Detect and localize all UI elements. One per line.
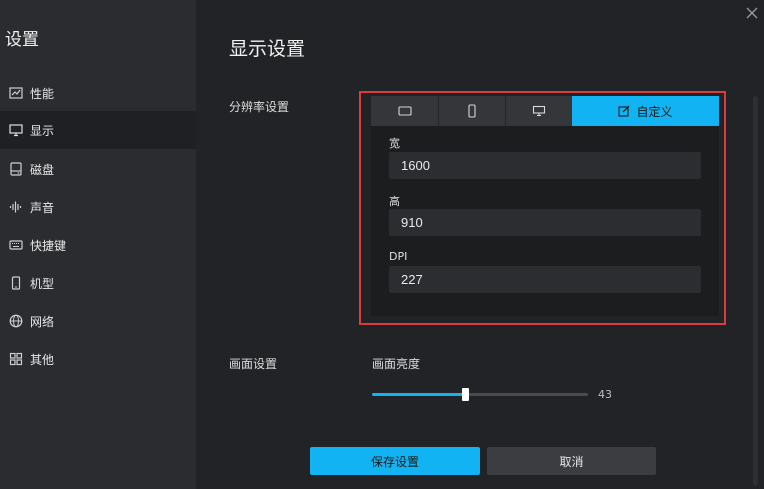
save-button[interactable]: 保存设置 xyxy=(310,447,480,475)
sidebar-item-other[interactable]: 其他 xyxy=(0,340,196,378)
sidebar-item-performance[interactable]: 性能 xyxy=(0,74,196,112)
page-title: 显示设置 xyxy=(229,38,306,60)
chart-icon xyxy=(9,87,23,99)
brightness-value: 43 xyxy=(598,388,612,401)
sidebar-item-label: 其他 xyxy=(30,352,55,367)
sidebar: 设置 性能 显示 磁盘 声音 快捷键 机型 网络 其他 xyxy=(0,0,196,489)
sidebar-item-shortcuts[interactable]: 快捷键 xyxy=(0,226,196,264)
sidebar-item-label: 机型 xyxy=(30,276,55,291)
sound-wave-icon xyxy=(9,201,22,213)
sidebar-item-sound[interactable]: 声音 xyxy=(0,188,196,226)
sidebar-item-label: 网络 xyxy=(30,314,55,329)
sidebar-title: 设置 xyxy=(5,30,39,50)
phone-icon xyxy=(11,276,21,290)
cancel-button[interactable]: 取消 xyxy=(487,447,656,475)
sidebar-item-label: 显示 xyxy=(30,123,55,138)
globe-icon xyxy=(9,314,23,328)
grid-icon xyxy=(9,352,23,366)
highlight-box xyxy=(359,91,726,325)
keyboard-icon xyxy=(9,240,23,250)
brightness-slider-thumb[interactable] xyxy=(461,388,469,401)
sidebar-item-network[interactable]: 网络 xyxy=(0,302,196,340)
sidebar-item-label: 快捷键 xyxy=(30,238,67,253)
sidebar-item-display[interactable]: 显示 xyxy=(0,111,196,149)
sidebar-item-label: 声音 xyxy=(30,200,55,215)
sidebar-item-label: 磁盘 xyxy=(30,162,55,177)
disk-icon xyxy=(10,162,22,176)
sidebar-item-label: 性能 xyxy=(30,86,55,101)
resolution-section-label: 分辨率设置 xyxy=(229,100,290,114)
monitor-icon xyxy=(9,124,23,137)
sidebar-item-device-model[interactable]: 机型 xyxy=(0,264,196,302)
brightness-label: 画面亮度 xyxy=(372,357,421,371)
sidebar-item-disk[interactable]: 磁盘 xyxy=(0,150,196,188)
close-icon[interactable] xyxy=(745,6,759,20)
brightness-slider-fill xyxy=(372,393,465,396)
display-section-label: 画面设置 xyxy=(229,357,278,371)
brightness-slider[interactable] xyxy=(372,388,588,401)
scrollbar[interactable] xyxy=(753,96,758,486)
